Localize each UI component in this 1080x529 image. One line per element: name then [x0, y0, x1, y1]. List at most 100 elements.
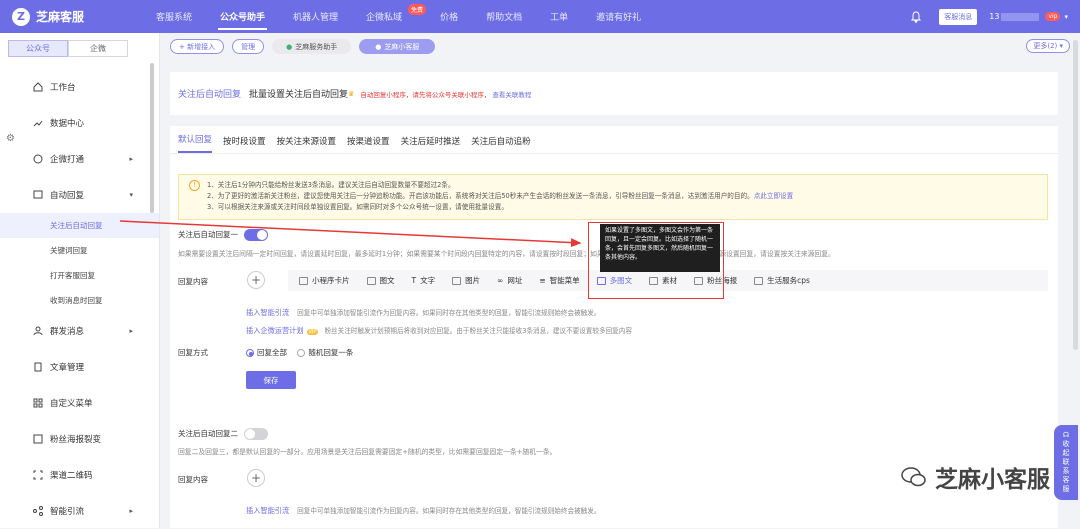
chevron-right-icon: ▸	[129, 507, 133, 515]
nav-wecom-private[interactable]: 企微私域 免费	[352, 0, 427, 33]
reply2-toggle[interactable]	[244, 428, 268, 440]
type-image[interactable]: 图片	[452, 275, 480, 286]
sidebar-item-label: 智能引流	[50, 507, 85, 517]
customer-message-button[interactable]: 客服消息	[939, 8, 978, 25]
save-button[interactable]: 保存	[246, 371, 296, 389]
tab-follow-reply[interactable]: 关注后自动回复	[178, 87, 241, 100]
watermark-text: 芝麻小客服	[935, 467, 1050, 493]
nav-kefu-system[interactable]: 客服系统	[142, 0, 206, 33]
notice-line-2-text: 2、为了更好的激活新关注粉丝，建议您使用关注后一分钟追粉功能。开启该功能后，系统…	[207, 192, 754, 200]
sidebar-item-custom-menu[interactable]: 自定义菜单	[0, 385, 159, 421]
insert-smart-traffic-link-2[interactable]: 插入智能引流	[246, 506, 289, 515]
sidebar-subitem-open-reply[interactable]: 打开客服回复	[0, 263, 159, 288]
warning-icon: !	[189, 180, 200, 191]
more-accounts-button[interactable]: 更多(2) ▾	[1026, 39, 1070, 53]
sidebar-subitem-message-reply[interactable]: 收到消息时回复	[0, 288, 159, 313]
type-smart-menu[interactable]: ≡ 智能菜单	[539, 275, 579, 286]
brand-logo[interactable]: Z 芝麻客服	[12, 7, 142, 26]
vip-small-badge: VIP	[306, 329, 319, 335]
sidebar-menu: 工作台 数据中心 企微打通 ▸ 自动回复 ▾ 关注后自动回复 关键词回复 打开客服回…	[0, 69, 159, 529]
tab-default-reply[interactable]: 默认回复	[178, 133, 213, 153]
sidebar-item-label: 自定义菜单	[50, 399, 93, 409]
sidebar-item-label: 企微打通	[50, 155, 85, 165]
notice-line-2: 2、为了更好的激活新关注粉丝，建议您使用关注后一分钟追粉功能。开启该功能后，系统…	[207, 191, 1047, 202]
manage-button[interactable]: 管理	[232, 39, 265, 54]
reply-mode-card: 关注后自动回复 批量设置关注后自动回复 ♛ 自动回复小程序，请先将公众号关联小程…	[170, 72, 1058, 115]
wechat-icon: ●	[375, 42, 382, 51]
notice-line-3: 3、可以根据关注来源或关注时间段单独设置回复。如需同时对多个公众号统一设置，请使…	[207, 203, 508, 211]
reply1-toggle[interactable]	[244, 229, 268, 241]
tab-by-time[interactable]: 按时段设置	[223, 135, 266, 153]
nav-ticket[interactable]: 工单	[536, 0, 582, 33]
nav-price[interactable]: 价格	[426, 0, 472, 33]
type-label: 图片	[465, 276, 481, 285]
sidebar-item-data[interactable]: 数据中心	[0, 105, 159, 141]
logo-mark: Z	[12, 7, 30, 26]
sidebar-item-label: 工作台	[50, 83, 76, 93]
sidebar-item-traffic[interactable]: 智能引流 ▸	[0, 493, 159, 529]
smart-traffic-row-2: 插入智能引流 回复中可单独添加智能引流作为回复内容。如果同时存在其他类型的回复，智…	[246, 505, 600, 516]
sidebar-item-poster[interactable]: 粉丝海报裂变	[0, 421, 159, 457]
sidebar-scrollbar[interactable]	[150, 63, 154, 213]
sidebar-item-wecom[interactable]: 企微打通 ▸	[0, 141, 159, 177]
type-article[interactable]: 图文	[366, 275, 395, 286]
reply-rule-tabs: 默认回复 按时段设置 按关注来源设置 按渠道设置 关注后延时推送 关注后自动追粉	[170, 126, 1058, 154]
insert-smart-traffic-link[interactable]: 插入智能引流	[246, 308, 289, 317]
reply1-label: 关注后自动回复一	[178, 230, 238, 239]
nav-invite[interactable]: 邀请有好礼	[582, 0, 655, 33]
smart-traffic-desc-2: 回复中可单独添加智能引流作为回复内容。如果同时存在其他类型的回复，智能引流规则始…	[297, 507, 601, 515]
tab-batch-follow-reply[interactable]: 批量设置关注后自动回复	[249, 87, 348, 100]
contact-support-panel[interactable]: ☊ 收起联系客服	[1054, 425, 1078, 500]
nav-help[interactable]: 帮助文档	[472, 0, 536, 33]
sidebar-subitem-keyword-reply[interactable]: 关键词回复	[0, 238, 159, 263]
tutorial-link[interactable]: 查看关联教程	[492, 89, 531, 99]
top-nav: 客服系统 公众号助手 机器人管理 企微私域 免费 价格 帮助文档 工单 邀请有好礼	[142, 0, 655, 33]
radio-reply-all[interactable]	[246, 349, 254, 357]
add-content-button[interactable]: +	[247, 271, 265, 289]
gear-icon[interactable]: ⚙	[6, 133, 15, 144]
account-assistant[interactable]: ● 芝麻服务助手	[272, 39, 352, 54]
type-url[interactable]: ∞ 网址	[497, 275, 522, 286]
notice-line-1: 1、关注后1分钟内只能给粉丝发送3条消息。建议关注后自动回复数量不要超过2条。	[207, 181, 455, 189]
tab-wecom[interactable]: 企微	[68, 40, 128, 57]
sidebar-item-label: 渠道二维码	[50, 471, 93, 481]
notice-setup-link[interactable]: 点此立即设置	[754, 192, 794, 200]
sidebar-item-label: 自动回复	[50, 191, 85, 201]
bell-icon[interactable]	[909, 10, 923, 24]
type-label: 图文	[379, 276, 395, 285]
top-bar: Z 芝麻客服 客服系统 公众号助手 机器人管理 企微私域 免费 价格 帮助文档 工…	[0, 0, 1080, 33]
main-scrollbar[interactable]	[1073, 40, 1078, 350]
account-mini-kefu[interactable]: ● 芝麻小客服	[359, 39, 436, 54]
radio-reply-random[interactable]	[297, 349, 306, 357]
sidebar-item-mass[interactable]: 群发消息 ▸	[0, 313, 159, 349]
sidebar-tabs: 公众号 企微	[8, 40, 159, 57]
menu-icon: ≡	[539, 276, 546, 285]
sidebar-item-workbench[interactable]: 工作台	[0, 69, 159, 105]
tab-delay-push[interactable]: 关注后延时推送	[401, 135, 461, 153]
sidebar-item-qrcode[interactable]: 渠道二维码	[0, 457, 159, 493]
sidebar-item-articles[interactable]: 文章管理	[0, 349, 159, 385]
tab-official-account[interactable]: 公众号	[8, 40, 68, 57]
tab-by-source[interactable]: 按关注来源设置	[277, 135, 337, 153]
sidebar-item-autoreply[interactable]: 自动回复 ▾	[0, 177, 159, 213]
chevron-right-icon: ▸	[129, 155, 133, 163]
sidebar-item-label: 群发消息	[50, 327, 85, 337]
link-icon: ∞	[497, 276, 504, 285]
chevron-right-icon: ▸	[129, 327, 133, 335]
add-content-button-2[interactable]: +	[247, 469, 265, 487]
type-life-service[interactable]: 生活服务cps	[754, 275, 810, 286]
account-phone[interactable]: 13	[989, 12, 1040, 21]
free-badge: 免费	[408, 4, 427, 15]
sidebar-subitem-follow-reply[interactable]: 关注后自动回复	[0, 213, 159, 238]
chevron-down-icon[interactable]: ▾	[1064, 13, 1068, 21]
tab-auto-follow[interactable]: 关注后自动追粉	[471, 135, 531, 153]
tab-by-channel[interactable]: 按渠道设置	[347, 135, 390, 153]
type-text[interactable]: T 文字	[412, 275, 436, 286]
insert-wecom-plan-link[interactable]: 插入企微运营计划	[246, 326, 304, 335]
smart-traffic-desc: 回复中可单独添加智能引流作为回复内容。如果同时存在其他类型的回复，智能引流规则始…	[297, 309, 601, 317]
nav-official-account[interactable]: 公众号助手	[206, 0, 279, 33]
type-mini-program[interactable]: 小程序卡片	[299, 275, 350, 286]
wecom-plan-row: 插入企微运营计划 VIP 粉丝关注时触发计划预期后将收到对应回复。由于粉丝关注只能接…	[246, 325, 632, 336]
nav-robot[interactable]: 机器人管理	[279, 0, 352, 33]
add-access-button[interactable]: + 新增接入	[170, 39, 225, 54]
